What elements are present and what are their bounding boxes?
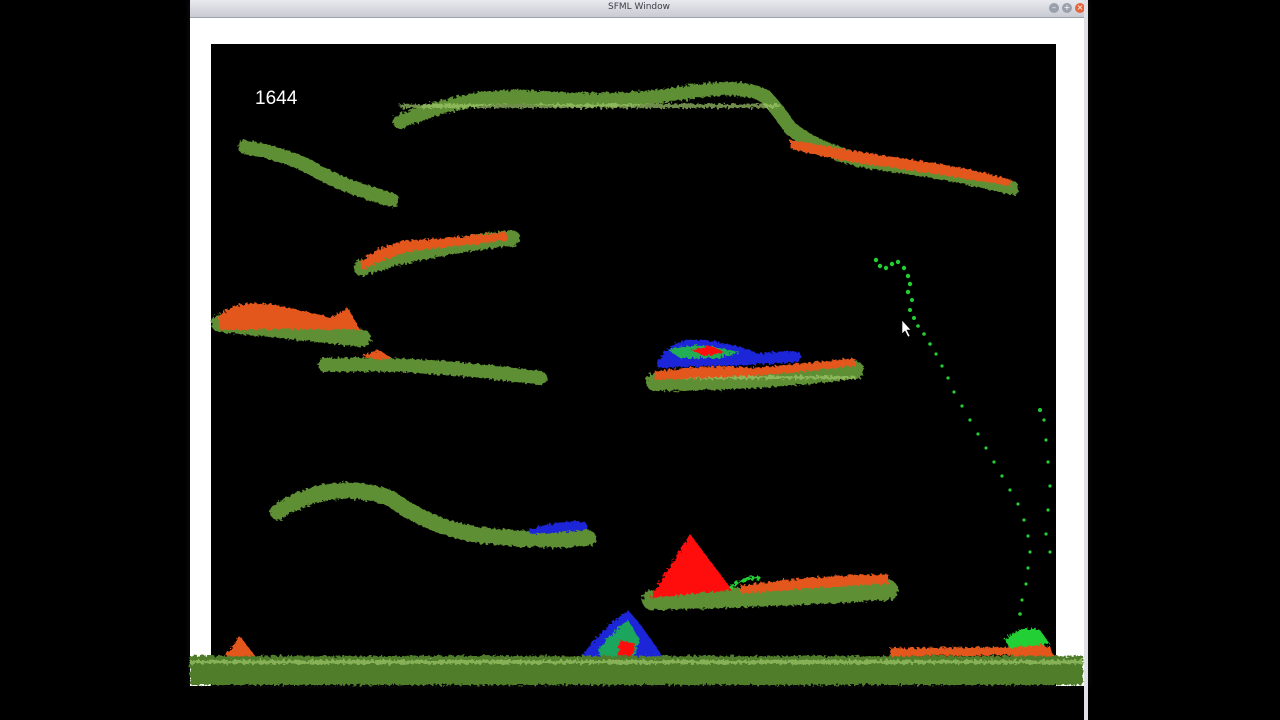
simulation-scene [190,81,1083,685]
green-particle-stream [873,257,1052,616]
red-particle-pile [650,534,732,598]
mouse-cursor-icon [901,319,912,338]
platform-top-long [393,81,1019,195]
desktop-edge [1084,0,1088,720]
vegetation-highlights [190,104,1083,664]
mixed-particle-heaps [530,339,1050,656]
frame-counter: 1644 [255,88,298,109]
orange-deposits [218,140,1055,656]
platform-mid-3 [318,357,547,385]
platform-top-left [238,140,399,207]
